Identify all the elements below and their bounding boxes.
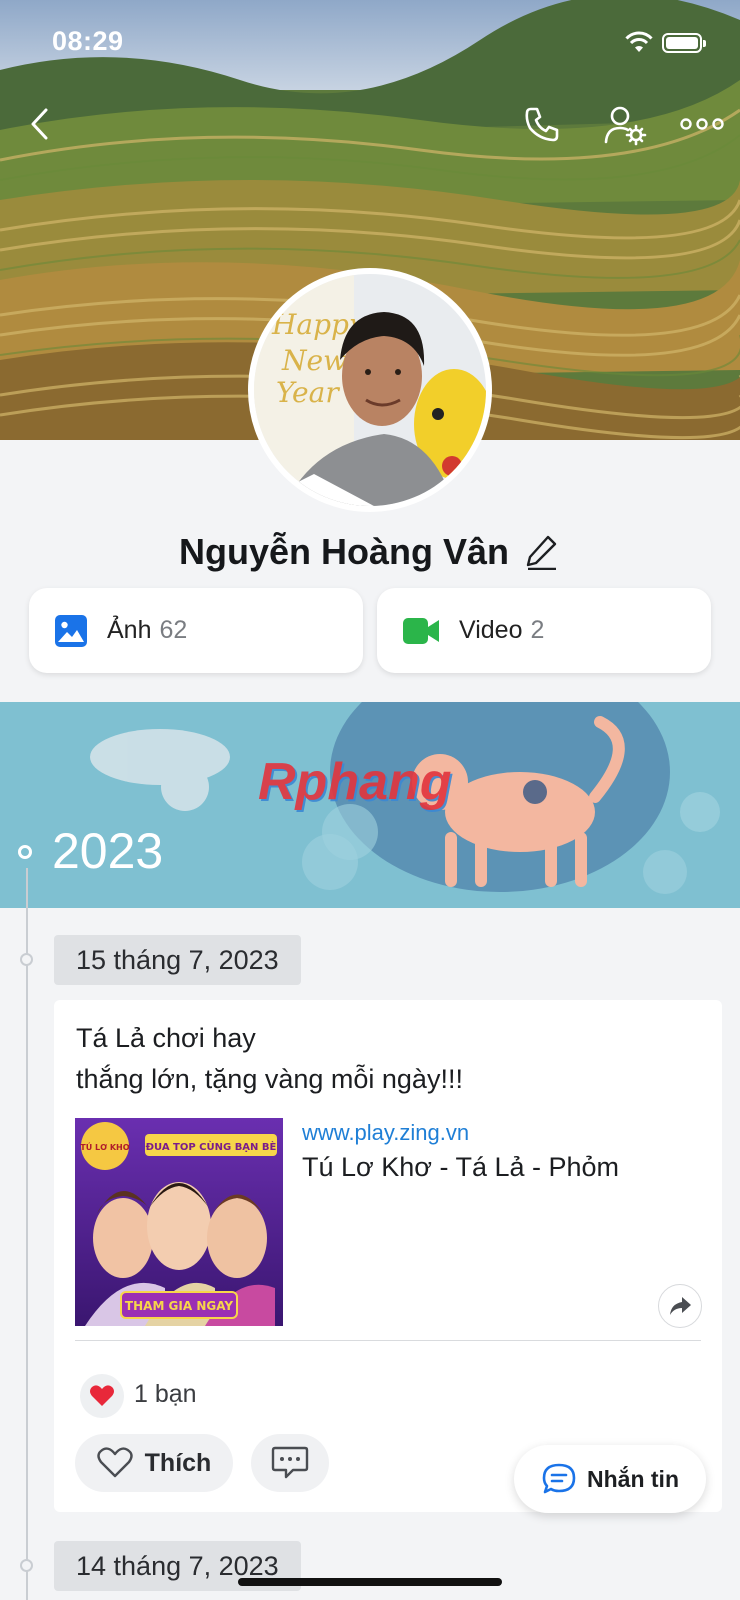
image-icon bbox=[55, 614, 87, 647]
reaction-summary[interactable] bbox=[80, 1374, 124, 1418]
chat-bubble-icon bbox=[542, 1463, 576, 1494]
link-divider bbox=[75, 1340, 701, 1341]
message-button[interactable]: Nhắn tin bbox=[514, 1445, 706, 1513]
comment-icon bbox=[271, 1446, 309, 1479]
share-button[interactable] bbox=[658, 1284, 702, 1328]
link-thumbnail[interactable]: ĐUA TOP CÙNG BẠN BÈ TÚ LƠ KHƠ THAM GIA N… bbox=[75, 1118, 283, 1326]
photos-label: Ảnh bbox=[107, 616, 152, 644]
video-camera-icon bbox=[403, 617, 439, 644]
share-icon bbox=[670, 1297, 691, 1315]
timeline-dot bbox=[20, 953, 33, 966]
call-button[interactable] bbox=[520, 102, 564, 146]
home-indicator bbox=[238, 1578, 502, 1586]
avatar[interactable]: Happy New Year bbox=[248, 268, 492, 512]
user-settings-icon bbox=[604, 106, 647, 146]
back-button[interactable] bbox=[18, 102, 62, 146]
post-text: Tá Lả chơi hay thắng lớn, tặng vàng mỗi … bbox=[76, 1023, 463, 1094]
year-label: 2023 bbox=[52, 823, 164, 879]
thumb-top-text: ĐUA TOP CÙNG BẠN BÈ bbox=[146, 1140, 277, 1153]
edit-name-button[interactable] bbox=[523, 532, 561, 572]
svg-text:New: New bbox=[281, 344, 347, 377]
post-date: 15 tháng 7, 2023 bbox=[54, 935, 301, 985]
friend-settings-button[interactable] bbox=[600, 102, 650, 148]
chevron-left-icon bbox=[31, 108, 48, 140]
videos-count: 2 bbox=[530, 616, 545, 644]
battery-icon bbox=[662, 33, 706, 53]
more-horizontal-icon bbox=[680, 118, 724, 130]
more-options-button[interactable] bbox=[676, 102, 728, 146]
message-label: Nhắn tin bbox=[587, 1465, 679, 1492]
svg-text:Year: Year bbox=[276, 376, 340, 409]
photos-card[interactable]: Ảnh 62 bbox=[29, 588, 363, 673]
timeline-dot bbox=[20, 1559, 33, 1572]
wifi-icon bbox=[624, 30, 654, 59]
pencil-icon bbox=[526, 535, 557, 570]
link-domain[interactable]: www.play.zing.vn bbox=[302, 1120, 469, 1146]
phone-icon bbox=[525, 107, 559, 142]
heart-icon bbox=[90, 1385, 114, 1406]
timeline-year-dot bbox=[18, 845, 32, 859]
link-title[interactable]: Tú Lơ Khơ - Tá Lả - Phỏm bbox=[302, 1152, 619, 1183]
heart-outline-icon bbox=[96, 1447, 133, 1478]
like-label: Thích bbox=[144, 1448, 212, 1477]
photos-count: 62 bbox=[159, 616, 188, 644]
profile-name: Nguyễn Hoàng Vân bbox=[178, 531, 510, 572]
timeline-line bbox=[26, 868, 28, 1600]
like-button[interactable]: Thích bbox=[75, 1434, 233, 1492]
thumb-cta-text: THAM GIA NGAY bbox=[125, 1299, 233, 1313]
status-time: 08:29 bbox=[52, 26, 124, 56]
profile-name-row: Nguyễn Hoàng Vân bbox=[0, 528, 740, 576]
reaction-count[interactable]: 1 bạn bbox=[134, 1380, 197, 1409]
videos-label: Video bbox=[459, 616, 523, 644]
comment-button[interactable] bbox=[251, 1434, 329, 1492]
videos-card[interactable]: Video 2 bbox=[377, 588, 711, 673]
banner-watermark: Rphang bbox=[258, 753, 452, 811]
thumb-logo-text: TÚ LƠ KHƠ bbox=[80, 1141, 130, 1152]
